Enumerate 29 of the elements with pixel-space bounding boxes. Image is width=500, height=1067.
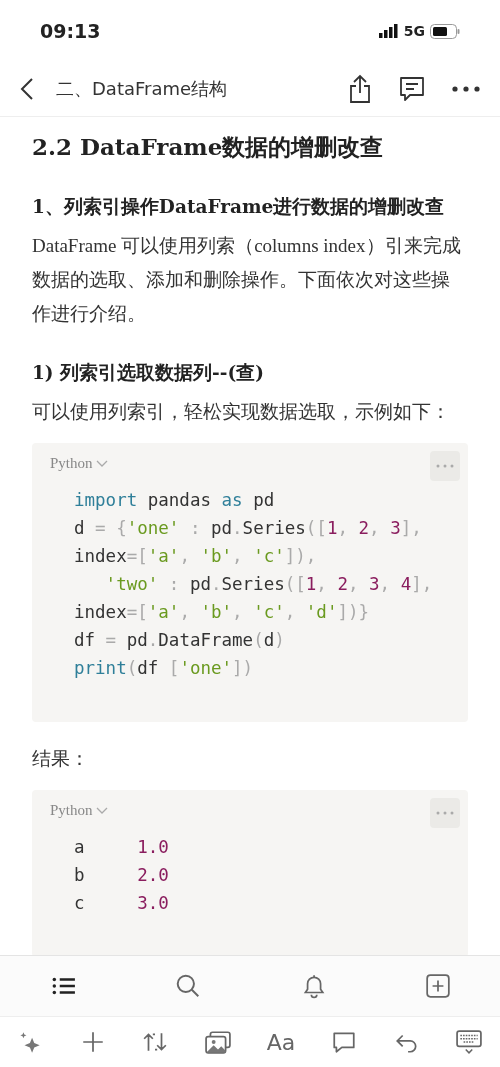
network-label: 5G [403,23,425,39]
text-style-button[interactable]: Aa [264,1027,298,1057]
paragraph: 可以使用列索引，轻松实现数据选取，示例如下： [32,400,451,424]
code-line: index=['a', 'b', 'c']), [74,545,318,568]
more-icon [436,811,454,815]
status-time: 09:13 [40,20,101,42]
chevron-down-icon [95,806,108,815]
signal-icon [378,24,399,38]
code-line: a 1.0 [74,836,170,859]
more-icon [436,464,454,468]
code-line: import pandas as pd [74,489,276,512]
language-dropdown[interactable]: Python [48,800,110,821]
section-heading: 2.2 DataFrame数据的增删改查 [32,132,385,162]
code-line: d = {'one' : pd.Series([1, 2, 3], [74,517,423,540]
code-line: df = pd.DataFrame(d) [74,629,286,652]
battery-icon [430,23,460,39]
more-icon[interactable] [450,84,482,94]
subsection-heading: 1) 列索引选取数据列--(查) [32,361,265,385]
page-title: 二、DataFrame结构 [56,77,229,101]
chevron-down-icon [95,459,108,468]
paragraph: 结果： [32,747,90,771]
language-dropdown[interactable]: Python [48,453,110,474]
code-line: b 2.0 [74,864,170,887]
code-line: 'two' : pd.Series([1, 2, 3, 4], [104,573,434,596]
subsection-heading: 1、列索引操作DataFrame进行数据的增删改查 [32,195,446,219]
code-line: index=['a', 'b', 'c', 'd'])} [74,601,371,624]
code-line: c 3.0 [74,892,170,915]
code-line: print(df ['one']) [74,657,255,680]
paragraph: DataFrame 可以使用列索（columns index）引来完成数据的选取、添加和删除操作。下面依次对这些操作进行介绍。 [32,234,462,326]
